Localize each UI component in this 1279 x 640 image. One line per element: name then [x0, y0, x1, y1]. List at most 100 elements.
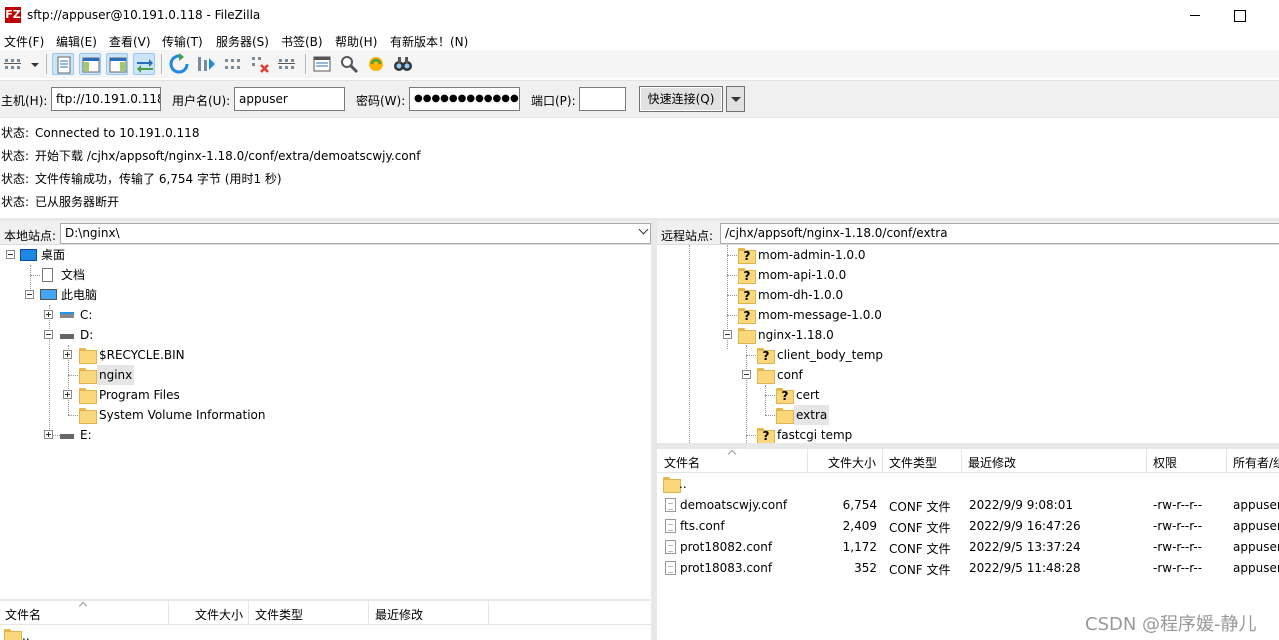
local-tree-pane: 本地站点: D:\nginx\ 桌面 文档 此电脑 C: D: $RECYCLE…: [0, 221, 651, 599]
toggle-local-tree-icon[interactable]: [79, 53, 101, 75]
column-modified[interactable]: 最近修改: [375, 606, 423, 623]
site-manager-icon[interactable]: [2, 53, 22, 75]
tree-node-drive-d[interactable]: D:: [0, 325, 200, 345]
menu-edit[interactable]: 编辑(E): [56, 33, 97, 50]
menu-server[interactable]: 服务器(S): [216, 33, 269, 50]
menu-transfer[interactable]: 传输(T): [162, 33, 203, 50]
process-queue-icon[interactable]: [195, 53, 217, 75]
maximize-window-icon[interactable]: [1230, 4, 1250, 26]
list-item[interactable]: ..: [657, 474, 1279, 495]
expand-icon[interactable]: [63, 390, 72, 399]
log-line: 状态: 开始下载 /cjhx/appsoft/nginx-1.18.0/conf/…: [1, 149, 421, 163]
tree-node-mom-api[interactable]: mom-api-1.0.0: [657, 265, 957, 285]
tree-node-mom-message[interactable]: mom-message-1.0.0: [657, 305, 957, 325]
table-row[interactable]: prot18083.conf 352 CONF 文件 2022/9/5 11:4…: [657, 558, 1279, 579]
find-files-icon[interactable]: [392, 53, 414, 75]
tree-node-extra[interactable]: extra: [657, 405, 957, 425]
folder-icon: [79, 368, 97, 384]
search-remote-files-icon[interactable]: [338, 53, 360, 75]
table-row[interactable]: fts.conf 2,409 CONF 文件 2022/9/9 16:47:26…: [657, 516, 1279, 537]
toggle-remote-tree-icon[interactable]: [106, 53, 128, 75]
toggle-sync-browsing-icon[interactable]: [365, 53, 387, 75]
tree-node-desktop[interactable]: 桌面: [0, 245, 200, 265]
password-label: 密码(W):: [356, 94, 406, 108]
tree-node-drive-e[interactable]: E:: [0, 425, 200, 445]
minimize-window-icon[interactable]: [1186, 4, 1206, 26]
list-item[interactable]: ..: [0, 625, 200, 640]
log-line: 状态: Connected to 10.191.0.118: [1, 126, 200, 140]
collapse-icon[interactable]: [723, 330, 732, 339]
remote-path-input[interactable]: /cjhx/appsoft/nginx-1.18.0/conf/extra: [720, 223, 1279, 244]
menu-bar: 文件(F) 编辑(E) 查看(V) 传输(T) 服务器(S) 书签(B) 帮助(…: [0, 30, 1279, 50]
toggle-transfer-queue-icon[interactable]: [133, 53, 155, 75]
menu-file[interactable]: 文件(F): [4, 33, 44, 50]
expand-icon[interactable]: [44, 430, 53, 439]
quickconnect-button[interactable]: 快速连接(Q): [639, 86, 723, 112]
tree-node-mom-admin[interactable]: mom-admin-1.0.0: [657, 245, 957, 265]
toggle-message-log-icon[interactable]: [52, 53, 74, 75]
reconnect-icon[interactable]: [276, 53, 298, 75]
refresh-icon[interactable]: [168, 53, 190, 75]
menu-view[interactable]: 查看(V): [109, 33, 151, 50]
cancel-operation-icon[interactable]: [222, 53, 244, 75]
collapse-icon[interactable]: [6, 250, 15, 259]
tree-node-cert[interactable]: cert: [657, 385, 957, 405]
column-filename[interactable]: 文件名: [5, 606, 41, 623]
host-input[interactable]: ftp://10.191.0.118: [51, 87, 161, 111]
column-permissions[interactable]: 权限: [1153, 454, 1177, 471]
column-filesize[interactable]: 文件大小: [828, 454, 876, 471]
expand-icon[interactable]: [63, 350, 72, 359]
collapse-icon[interactable]: [44, 330, 53, 339]
collapse-icon[interactable]: [742, 370, 751, 379]
tree-node-nginx[interactable]: nginx: [0, 365, 200, 385]
message-log: 状态: Connected to 10.191.0.118 状态: 开始下载 /cj…: [0, 120, 1279, 218]
column-filesize[interactable]: 文件大小: [195, 606, 243, 623]
expand-icon[interactable]: [44, 310, 53, 319]
window-title: sftp://appuser@10.191.0.118 - FileZilla: [27, 8, 261, 22]
tree-node-program-files[interactable]: Program Files: [0, 385, 200, 405]
collapse-icon[interactable]: [25, 290, 34, 299]
unknown-folder-icon: [738, 288, 756, 304]
disconnect-icon[interactable]: [249, 53, 271, 75]
column-owner[interactable]: 所有者/组: [1233, 454, 1279, 471]
folder-icon: [757, 368, 775, 384]
table-row[interactable]: prot18082.conf 1,172 CONF 文件 2022/9/5 13…: [657, 537, 1279, 558]
folder-icon: [776, 408, 794, 424]
folder-icon: [79, 408, 97, 424]
remote-site-bar: 远程站点: /cjhx/appsoft/nginx-1.18.0/conf/ex…: [657, 221, 1279, 245]
drive-icon: [60, 434, 74, 439]
username-label: 用户名(U):: [172, 94, 231, 108]
file-icon: [665, 561, 676, 575]
quickconnect-history-dropdown[interactable]: [726, 86, 745, 112]
port-input[interactable]: [579, 87, 626, 111]
tree-node-client-body-temp[interactable]: client_body_temp: [657, 345, 957, 365]
file-icon: [665, 540, 676, 554]
folder-icon: [79, 348, 97, 364]
toolbar: [0, 50, 1279, 78]
column-filename[interactable]: 文件名: [664, 454, 700, 471]
menu-bookmarks[interactable]: 书签(B): [281, 33, 323, 50]
menu-help[interactable]: 帮助(H): [335, 33, 377, 50]
column-filetype[interactable]: 文件类型: [255, 606, 303, 623]
username-input[interactable]: appuser: [234, 87, 345, 111]
folder-icon: [4, 629, 22, 640]
port-label: 端口(P):: [531, 94, 576, 108]
tree-node-fastcgi-temp[interactable]: fastcgi temp: [657, 425, 957, 443]
password-input[interactable]: ●●●●●●●●●●●●●●: [409, 87, 520, 111]
column-modified[interactable]: 最近修改: [968, 454, 1016, 471]
tree-node-mom-dh[interactable]: mom-dh-1.0.0: [657, 285, 957, 305]
tree-node-recycle-bin[interactable]: $RECYCLE.BIN: [0, 345, 200, 365]
local-path-input[interactable]: D:\nginx\: [60, 223, 651, 244]
tree-node-drive-c[interactable]: C:: [0, 305, 200, 325]
tree-node-conf[interactable]: conf: [657, 365, 957, 385]
table-row[interactable]: demoatscwjy.conf 6,754 CONF 文件 2022/9/9 …: [657, 495, 1279, 516]
csdn-watermark: CSDN @程序媛-静儿: [1085, 614, 1257, 635]
directory-listing-filters-icon[interactable]: [311, 53, 333, 75]
column-filetype[interactable]: 文件类型: [889, 454, 937, 471]
menu-new-version[interactable]: 有新版本！(N): [390, 33, 468, 50]
site-manager-dropdown-icon[interactable]: [24, 53, 42, 75]
tree-node-this-pc[interactable]: 此电脑: [0, 285, 200, 305]
tree-node-nginx[interactable]: nginx-1.18.0: [657, 325, 957, 345]
tree-node-documents[interactable]: 文档: [0, 265, 200, 285]
tree-node-system-volume[interactable]: System Volume Information: [0, 405, 280, 425]
